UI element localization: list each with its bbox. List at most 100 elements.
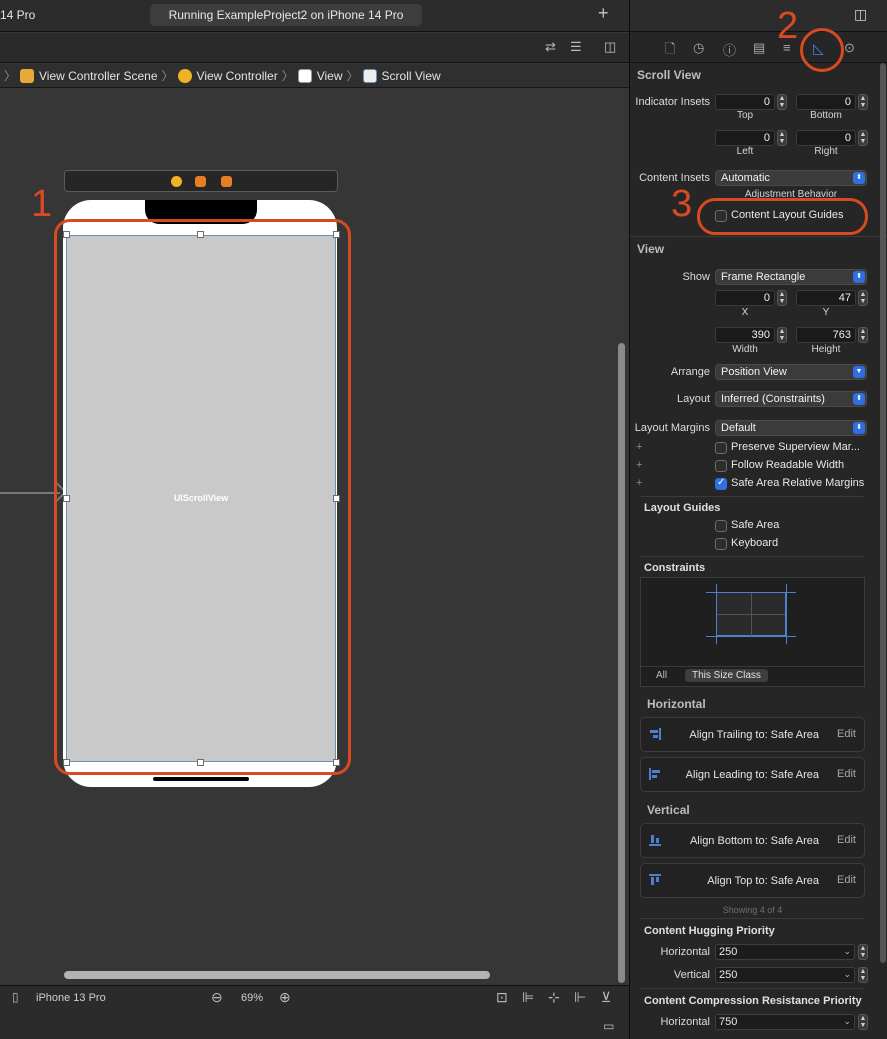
inset-right-field[interactable]: 0 xyxy=(796,130,856,146)
safe-area-relative-checkbox[interactable] xyxy=(715,477,727,490)
constraints-all-tab[interactable]: All xyxy=(656,670,667,681)
inset-right-stepper[interactable]: ▲ ▼ xyxy=(858,130,868,146)
breadcrumb-item-view-controller[interactable]: View Controller xyxy=(177,68,278,83)
view-controller-icon[interactable] xyxy=(171,176,182,187)
constraint-align-top[interactable]: Align Top to: Safe Area Edit xyxy=(640,863,865,898)
constraints-size-class-tab[interactable]: This Size Class xyxy=(685,669,768,682)
zoom-out-icon[interactable]: ⊖ xyxy=(211,989,223,1006)
follow-readable-label: Follow Readable Width xyxy=(731,459,845,471)
edit-button[interactable]: Edit xyxy=(837,768,856,780)
inset-top-stepper[interactable]: ▲ ▼ xyxy=(777,94,787,110)
align-icon[interactable]: ⊫ xyxy=(522,989,534,1006)
swap-arrows-icon[interactable]: ⇄ xyxy=(545,39,556,55)
inspector-scrollbar[interactable] xyxy=(880,63,886,963)
keyboard-label: Keyboard xyxy=(731,537,779,549)
frame-height-stepper[interactable]: ▲ ▼ xyxy=(858,327,868,343)
help-inspector-icon[interactable]: ⓘ xyxy=(723,40,736,59)
frame-x-label: X xyxy=(741,307,749,318)
compression-horizontal-stepper[interactable]: ▲ ▼ xyxy=(858,1014,868,1030)
resolve-issues-icon[interactable]: ⊩ xyxy=(574,989,586,1006)
frame-y-field[interactable]: 47 xyxy=(796,290,856,306)
constraint-align-trailing[interactable]: Align Trailing to: Safe Area Edit xyxy=(640,717,865,752)
device-config-button[interactable]: iPhone 13 Pro xyxy=(36,992,106,1004)
horizontal-scrollbar[interactable] xyxy=(64,971,490,979)
inset-bottom-stepper[interactable]: ▲ ▼ xyxy=(858,94,868,110)
inset-left-field[interactable]: 0 xyxy=(715,130,775,146)
toggle-inspector-icon[interactable]: ◫ xyxy=(854,6,867,23)
safe-area-checkbox[interactable] xyxy=(715,520,727,532)
edit-button[interactable]: Edit xyxy=(837,874,856,886)
chevron-down-icon: ▼ xyxy=(853,366,865,378)
show-popup[interactable]: Frame Rectangle ⬍ xyxy=(715,269,867,285)
inset-top-field[interactable]: 0 xyxy=(715,94,775,110)
frame-width-label: Width xyxy=(732,344,758,355)
add-editor-icon[interactable]: ◫ xyxy=(604,39,616,55)
constraint-align-bottom[interactable]: Align Bottom to: Safe Area Edit xyxy=(640,823,865,858)
constraint-align-leading[interactable]: Align Leading to: Safe Area Edit xyxy=(640,757,865,792)
add-variation-icon[interactable]: + xyxy=(636,441,642,453)
embed-in-icon[interactable]: ⊻ xyxy=(601,989,611,1006)
compression-title: Content Compression Resistance Priority xyxy=(644,995,862,1007)
lines-icon[interactable]: ☰ xyxy=(570,39,582,55)
frame-x-field[interactable]: 0 xyxy=(715,290,775,306)
frame-width-stepper[interactable]: ▲ ▼ xyxy=(777,327,787,343)
preserve-superview-checkbox[interactable] xyxy=(715,442,727,454)
inset-left-stepper[interactable]: ▲ ▼ xyxy=(777,130,787,146)
frame-height-field[interactable]: 763 xyxy=(796,327,856,343)
vertical-scrollbar[interactable] xyxy=(618,343,625,983)
section-divider xyxy=(640,496,864,497)
preserve-superview-label: Preserve Superview Mar... xyxy=(731,441,860,453)
first-responder-icon[interactable] xyxy=(195,176,206,187)
scene-dock xyxy=(64,170,338,192)
hugging-horizontal-label: Horizontal xyxy=(660,946,710,958)
canvas-pane: 14 Pro Running ExampleProject2 on iPhone… xyxy=(0,0,629,1039)
content-insets-popup[interactable]: Automatic ⬍ xyxy=(715,170,867,186)
frame-height-label: Height xyxy=(811,344,841,355)
run-destination[interactable]: 14 Pro xyxy=(0,8,35,22)
arrange-popup[interactable]: Position View ▼ xyxy=(715,364,867,380)
inset-bottom-field[interactable]: 0 xyxy=(796,94,856,110)
identity-inspector-icon[interactable]: ▤ xyxy=(753,40,765,56)
update-frames-icon[interactable]: ⊡ xyxy=(496,989,508,1006)
compression-horizontal-label: Horizontal xyxy=(660,1016,710,1028)
exit-icon[interactable] xyxy=(221,176,232,187)
add-tab-button[interactable]: + xyxy=(598,3,609,24)
safe-area-relative-label: Safe Area Relative Margins xyxy=(731,477,865,489)
layout-label: Layout xyxy=(676,393,710,405)
breadcrumb-item-scene[interactable]: View Controller Scene xyxy=(20,68,158,83)
add-constraints-icon[interactable]: ⊹ xyxy=(548,989,560,1006)
layout-popup[interactable]: Inferred (Constraints) ⬍ xyxy=(715,391,867,407)
layout-margins-popup[interactable]: Default ⬍ xyxy=(715,420,867,436)
indicator-insets-label: Indicator Insets xyxy=(635,96,710,108)
grid-line xyxy=(751,593,752,636)
hugging-horizontal-field[interactable]: 250 ⌄ xyxy=(715,944,855,960)
hugging-vertical-stepper[interactable]: ▲ ▼ xyxy=(858,967,868,983)
toggle-console-icon[interactable]: ▭ xyxy=(603,1019,614,1033)
frame-x-stepper[interactable]: ▲ ▼ xyxy=(777,290,787,306)
popup-arrows-icon: ⬍ xyxy=(853,271,865,283)
frame-width-field[interactable]: 390 xyxy=(715,327,775,343)
add-variation-icon[interactable]: + xyxy=(636,459,642,471)
breadcrumb-item-view[interactable]: View xyxy=(297,68,343,83)
edit-button[interactable]: Edit xyxy=(837,834,856,846)
history-inspector-icon[interactable]: ◷ xyxy=(693,40,704,56)
follow-readable-checkbox[interactable] xyxy=(715,460,727,472)
inset-left-label: Left xyxy=(736,146,754,157)
annotation-highlight-1 xyxy=(54,219,351,775)
annotation-number-3: 3 xyxy=(671,183,693,225)
zoom-level[interactable]: 69% xyxy=(241,992,263,1004)
connections-inspector-icon[interactable]: ⊙ xyxy=(844,40,855,56)
section-divider xyxy=(630,236,887,237)
edit-button[interactable]: Edit xyxy=(837,728,856,740)
hugging-vertical-field[interactable]: 250 ⌄ xyxy=(715,967,855,983)
keyboard-checkbox[interactable] xyxy=(715,538,727,550)
file-inspector-icon[interactable]: 🗋 xyxy=(665,40,675,62)
breadcrumb-item-scroll-view[interactable]: Scroll View xyxy=(362,68,441,83)
section-divider xyxy=(640,988,864,989)
compression-horizontal-field[interactable]: 750 ⌄ xyxy=(715,1014,855,1030)
frame-y-stepper[interactable]: ▲ ▼ xyxy=(858,290,868,306)
add-variation-icon[interactable]: + xyxy=(636,477,642,489)
device-icon: ▯ xyxy=(12,990,19,1004)
hugging-horizontal-stepper[interactable]: ▲ ▼ xyxy=(858,944,868,960)
zoom-in-icon[interactable]: ⊕ xyxy=(279,989,291,1006)
